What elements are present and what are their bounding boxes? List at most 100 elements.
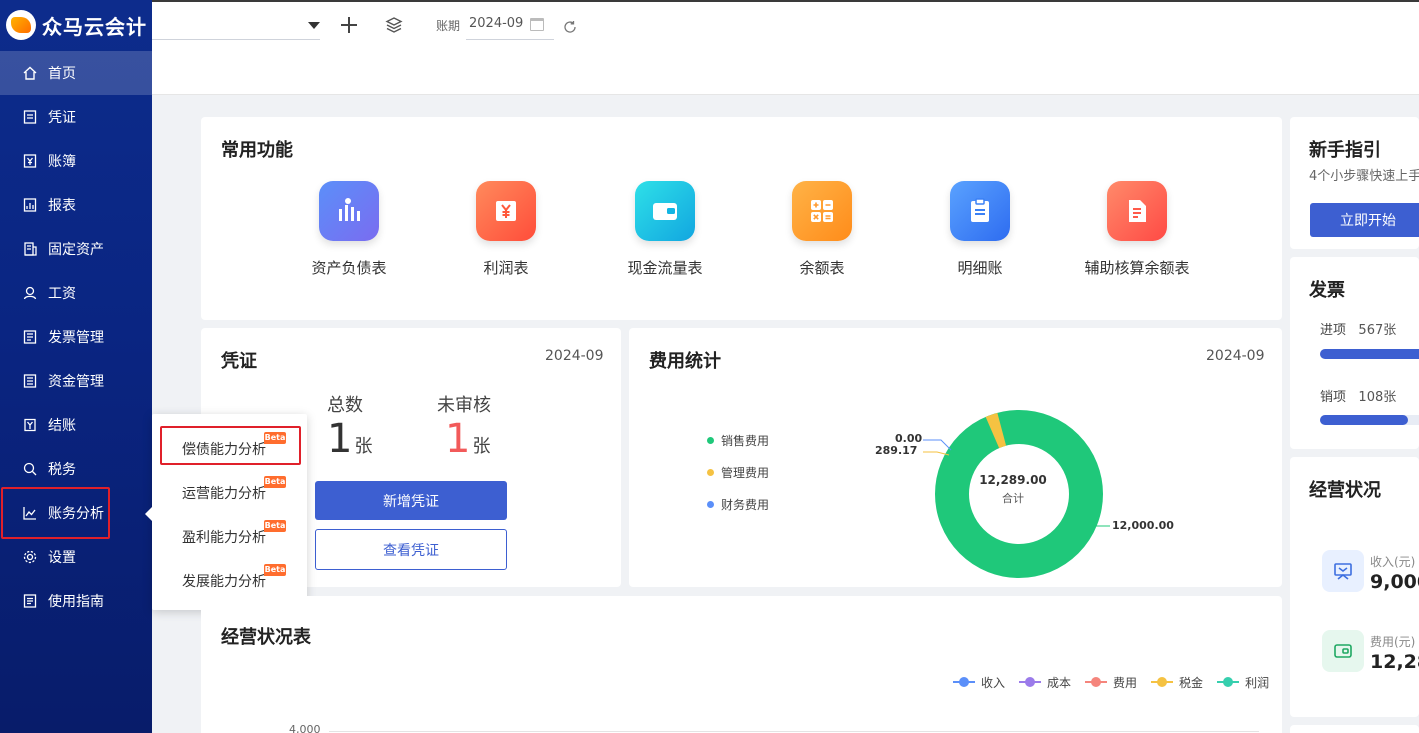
- clipboard-icon: [950, 181, 1010, 241]
- callout-label: 12,000.00: [1112, 519, 1174, 532]
- func-trial-balance[interactable]: 余额表: [742, 181, 902, 278]
- sidebar-item-tax[interactable]: 税务: [0, 447, 152, 491]
- menu-item-label: 运营能力分析: [182, 486, 266, 502]
- legend-item[interactable]: 收入: [953, 674, 1005, 691]
- sidebar-item-invoice[interactable]: 发票管理: [0, 315, 152, 359]
- menu-item-label: 盈利能力分析: [182, 530, 266, 546]
- func-label: 资产负债表: [311, 259, 387, 277]
- pending-count[interactable]: 1张: [445, 416, 490, 462]
- home-icon: [22, 65, 38, 81]
- sidebar-item-closing[interactable]: 结账: [0, 403, 152, 447]
- app-logo[interactable]: 众马云会计: [0, 0, 152, 50]
- guide-subtitle: 4个小步骤快速上手: [1309, 169, 1419, 184]
- common-functions-card: 常用功能 资产负债表 利润表 现金流量表 余额表 明细账 辅助核算余额表: [201, 117, 1282, 320]
- income-statement-icon: [476, 181, 536, 241]
- button-label: 立即开始: [1340, 213, 1396, 229]
- balance-sheet-icon: [319, 181, 379, 241]
- expense-date: 2024-09: [1206, 348, 1265, 364]
- gear-icon: [22, 549, 38, 565]
- logo-icon: [6, 10, 36, 40]
- legend-label: 利润: [1245, 675, 1270, 690]
- add-icon[interactable]: [339, 15, 359, 35]
- menu-item-operating[interactable]: 运营能力分析: [182, 483, 266, 503]
- donut-center-value: 12,289.00: [979, 473, 1047, 487]
- donut-center-label: 合计: [1002, 492, 1024, 505]
- closing-icon: [22, 417, 38, 433]
- sidebar-item-settings[interactable]: 设置: [0, 535, 152, 579]
- sidebar-item-salary[interactable]: 工资: [0, 271, 152, 315]
- donut-slice-管理费用[interactable]: [985, 412, 1007, 449]
- sidebar-item-label: 固定资产: [48, 242, 104, 258]
- company-select[interactable]: [152, 12, 320, 40]
- calculator-icon: [792, 181, 852, 241]
- start-guide-button[interactable]: 立即开始: [1310, 203, 1419, 237]
- invoice-card: 发票 进项 567张 销项 108张: [1290, 257, 1419, 449]
- func-balance-sheet[interactable]: 资产负债表: [269, 181, 429, 278]
- sidebar-item-label: 发票管理: [48, 330, 104, 346]
- period-value: 2024-09: [469, 16, 524, 31]
- voucher-icon: [22, 109, 38, 125]
- legend-item[interactable]: 费用: [1085, 674, 1137, 691]
- invoice-in-row[interactable]: 进项 567张: [1320, 319, 1396, 338]
- sidebar-item-label: 设置: [48, 550, 76, 566]
- row-label: 销项: [1320, 390, 1347, 405]
- legend-item[interactable]: 税金: [1151, 674, 1203, 691]
- beta-badge: Beta: [264, 564, 286, 576]
- legend-marker: [1019, 677, 1042, 687]
- card-title: 经营状况: [1309, 480, 1381, 501]
- app-name: 众马云会计: [42, 14, 147, 39]
- period-input[interactable]: 2024-09: [466, 12, 554, 40]
- next-card: [1290, 725, 1419, 733]
- legend-item-sales[interactable]: 销售费用: [707, 432, 769, 449]
- func-cash-flow[interactable]: 现金流量表: [585, 181, 745, 278]
- invoice-icon: [22, 329, 38, 345]
- legend-item-finance[interactable]: 财务费用: [707, 496, 769, 513]
- period-label: 账期: [436, 19, 461, 33]
- chevron-down-icon[interactable]: [308, 22, 320, 29]
- legend-label: 税金: [1179, 675, 1204, 690]
- layers-icon[interactable]: [384, 15, 404, 35]
- total-value: 1: [327, 416, 353, 462]
- legend-label: 成本: [1047, 675, 1072, 690]
- total-count[interactable]: 1张: [327, 416, 372, 462]
- legend-item[interactable]: 利润: [1217, 674, 1269, 691]
- sidebar-item-label: 首页: [48, 66, 76, 82]
- func-income-statement[interactable]: 利润表: [426, 181, 586, 278]
- menu-item-development[interactable]: 发展能力分析: [182, 571, 266, 591]
- menu-item-profitability[interactable]: 盈利能力分析: [182, 527, 266, 547]
- func-aux-balance[interactable]: 辅助核算余额表: [1057, 181, 1217, 278]
- card-title: 新手指引: [1309, 140, 1381, 161]
- sidebar-item-home[interactable]: 首页: [0, 51, 152, 95]
- guide-icon: [22, 593, 38, 609]
- callout-label: 289.17: [875, 444, 918, 457]
- sidebar-item-guide[interactable]: 使用指南: [0, 579, 152, 623]
- sidebar-item-fixed-assets[interactable]: 固定资产: [0, 227, 152, 271]
- legend-marker: [953, 677, 975, 687]
- invoice-out-progress: [1320, 415, 1419, 425]
- total-label: 总数: [327, 395, 363, 416]
- pending-label: 未审核: [437, 395, 491, 416]
- func-detail-ledger[interactable]: 明细账: [900, 181, 1060, 278]
- document-icon: [1107, 181, 1167, 241]
- sidebar-item-label: 资金管理: [48, 374, 104, 390]
- legend-marker: [1085, 677, 1108, 687]
- view-voucher-button[interactable]: 查看凭证: [315, 529, 507, 570]
- wallet-icon: [635, 181, 695, 241]
- legend-item[interactable]: 成本: [1019, 674, 1071, 691]
- sidebar-item-funds[interactable]: 资金管理: [0, 359, 152, 403]
- chart-legend: 收入 成本 费用 税金 利润: [953, 674, 1269, 690]
- legend-item-admin[interactable]: 管理费用: [707, 464, 769, 481]
- sidebar-item-ledger[interactable]: 账簿: [0, 139, 152, 183]
- sidebar-item-report[interactable]: 报表: [0, 183, 152, 227]
- refresh-icon[interactable]: [563, 20, 577, 34]
- func-label: 明细账: [957, 259, 1003, 277]
- invoice-out-row[interactable]: 销项 108张: [1320, 386, 1396, 405]
- callout-line-sales: [1085, 517, 1110, 527]
- sidebar-item-voucher[interactable]: 凭证: [0, 95, 152, 139]
- pending-value: 1: [445, 416, 471, 462]
- calendar-icon[interactable]: [530, 18, 544, 31]
- legend-label: 财务费用: [721, 498, 770, 512]
- add-voucher-button[interactable]: 新增凭证: [315, 481, 507, 520]
- voucher-date: 2024-09: [545, 348, 604, 364]
- income-label: 收入(元): [1370, 555, 1416, 569]
